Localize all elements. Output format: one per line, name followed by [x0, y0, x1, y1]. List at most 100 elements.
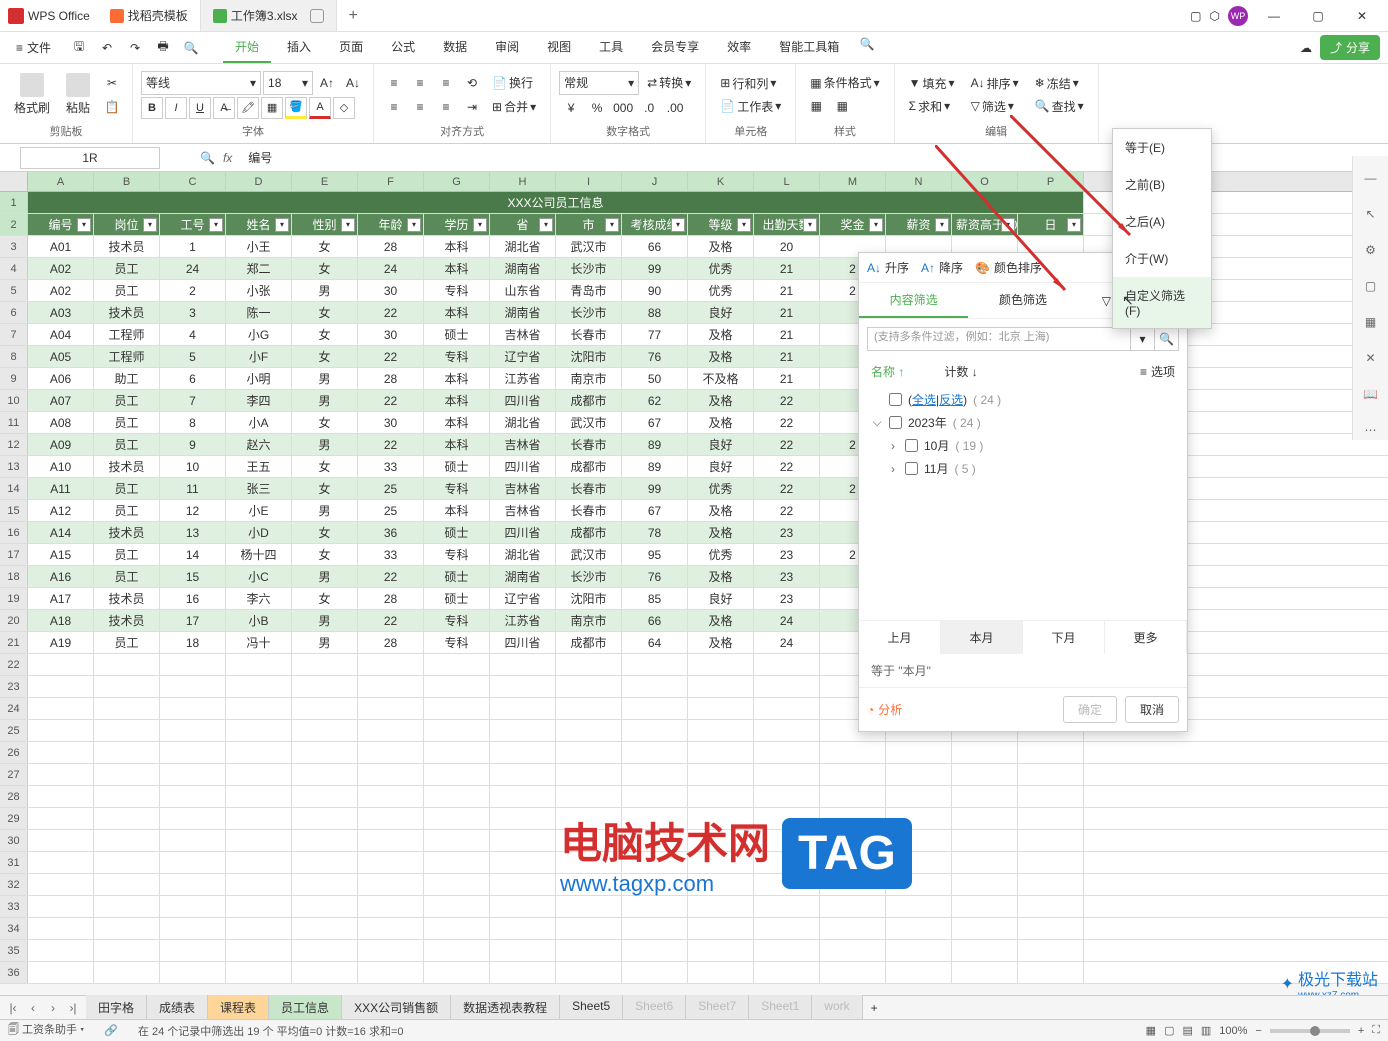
cell[interactable]: 50: [622, 368, 688, 389]
sheet-tab[interactable]: 员工信息: [269, 995, 342, 1020]
cell[interactable]: 本科: [424, 500, 490, 521]
col-header-I[interactable]: I: [556, 172, 622, 191]
cell[interactable]: [490, 940, 556, 961]
row-header[interactable]: 17: [0, 544, 28, 565]
number-format-select[interactable]: 常规▾: [559, 71, 639, 95]
cell[interactable]: 10: [160, 456, 226, 477]
percent-button[interactable]: %: [585, 97, 609, 119]
cell[interactable]: [358, 896, 424, 917]
maximize-button[interactable]: ▢: [1300, 2, 1336, 30]
cell[interactable]: [292, 962, 358, 983]
color-sort-button[interactable]: 🎨颜色排序: [975, 259, 1042, 276]
tab-page[interactable]: 页面: [327, 32, 375, 63]
cell[interactable]: [160, 742, 226, 763]
orientation-button[interactable]: ⟲: [460, 72, 484, 94]
row-header[interactable]: 28: [0, 786, 28, 807]
filter-arrow-icon[interactable]: ▾: [671, 218, 685, 232]
cell[interactable]: [226, 676, 292, 697]
cell[interactable]: A07: [28, 390, 94, 411]
row-header[interactable]: 36: [0, 962, 28, 983]
row-header[interactable]: 10: [0, 390, 28, 411]
cell[interactable]: [622, 720, 688, 741]
cell[interactable]: 小C: [226, 566, 292, 587]
cell[interactable]: 技术员: [94, 236, 160, 257]
cell[interactable]: 优秀: [688, 544, 754, 565]
cell[interactable]: [94, 698, 160, 719]
cell[interactable]: 长春市: [556, 434, 622, 455]
clear-format-button[interactable]: ◇: [333, 97, 355, 119]
sort-desc-button[interactable]: A↑降序: [921, 259, 963, 276]
cell[interactable]: [490, 676, 556, 697]
cell[interactable]: 22: [754, 434, 820, 455]
cell[interactable]: 25: [358, 500, 424, 521]
cell[interactable]: 员工: [94, 544, 160, 565]
cell[interactable]: 22: [754, 390, 820, 411]
sheet-tab[interactable]: XXX公司销售额: [342, 995, 451, 1020]
italic-button[interactable]: I: [165, 97, 187, 119]
fullscreen-icon[interactable]: ⛶: [1372, 1024, 1380, 1037]
cell[interactable]: A04: [28, 324, 94, 345]
cell[interactable]: 及格: [688, 236, 754, 257]
cell[interactable]: 助工: [94, 368, 160, 389]
indent-button[interactable]: ⇥: [460, 96, 484, 118]
filter-arrow-icon[interactable]: ▾: [935, 218, 949, 232]
cell[interactable]: A14: [28, 522, 94, 543]
cell[interactable]: 张三: [226, 478, 292, 499]
cell[interactable]: [886, 786, 952, 807]
cell[interactable]: 郑二: [226, 258, 292, 279]
cell[interactable]: [952, 962, 1018, 983]
cell[interactable]: [28, 940, 94, 961]
cell[interactable]: [94, 918, 160, 939]
sidebar-select-icon[interactable]: ↖: [1361, 204, 1381, 224]
cell[interactable]: 3: [160, 302, 226, 323]
cell[interactable]: 99: [622, 478, 688, 499]
cell[interactable]: [820, 896, 886, 917]
analyze-button[interactable]: ◔分析: [867, 701, 902, 718]
cell[interactable]: 22: [358, 302, 424, 323]
cell[interactable]: 硕士: [424, 456, 490, 477]
cell[interactable]: 33: [358, 456, 424, 477]
cell[interactable]: 22: [358, 346, 424, 367]
cell[interactable]: [358, 830, 424, 851]
cell[interactable]: 小G: [226, 324, 292, 345]
cell[interactable]: 专科: [424, 610, 490, 631]
cell[interactable]: [490, 918, 556, 939]
cell[interactable]: 85: [622, 588, 688, 609]
cell[interactable]: 王五: [226, 456, 292, 477]
cell[interactable]: [490, 720, 556, 741]
cell[interactable]: [94, 830, 160, 851]
cell[interactable]: [292, 786, 358, 807]
cell[interactable]: 本科: [424, 390, 490, 411]
tab-member[interactable]: 会员专享: [639, 32, 711, 63]
cell[interactable]: [490, 852, 556, 873]
cell[interactable]: [28, 698, 94, 719]
cell[interactable]: 员工: [94, 478, 160, 499]
cell[interactable]: [424, 808, 490, 829]
cell[interactable]: A02: [28, 280, 94, 301]
copy-button[interactable]: 📋: [100, 96, 124, 118]
filter-before[interactable]: 之前(B): [1113, 166, 1211, 203]
cell[interactable]: 本科: [424, 368, 490, 389]
cell[interactable]: 良好: [688, 588, 754, 609]
sidebar-collapse-icon[interactable]: ―: [1361, 168, 1381, 188]
row-header[interactable]: 13: [0, 456, 28, 477]
cell[interactable]: [622, 918, 688, 939]
bold-button[interactable]: B: [141, 97, 163, 119]
cell[interactable]: [358, 654, 424, 675]
wrap-text-button[interactable]: 📄换行: [486, 72, 539, 93]
cell[interactable]: 技术员: [94, 610, 160, 631]
row-header[interactable]: 12: [0, 434, 28, 455]
tree-oct[interactable]: › 10月 ( 19 ): [871, 434, 1175, 457]
cell[interactable]: [358, 918, 424, 939]
cell[interactable]: 99: [622, 258, 688, 279]
sheet-title-cell[interactable]: XXX公司员工信息: [28, 192, 1084, 213]
sort-asc-button[interactable]: A↓升序: [867, 259, 909, 276]
sheet-first-button[interactable]: |‹: [4, 999, 22, 1017]
cell[interactable]: 吉林省: [490, 478, 556, 499]
row-header[interactable]: 5: [0, 280, 28, 301]
cell[interactable]: [94, 786, 160, 807]
cell[interactable]: 小E: [226, 500, 292, 521]
cell[interactable]: [556, 742, 622, 763]
cell[interactable]: 长沙市: [556, 302, 622, 323]
cell[interactable]: 及格: [688, 632, 754, 653]
